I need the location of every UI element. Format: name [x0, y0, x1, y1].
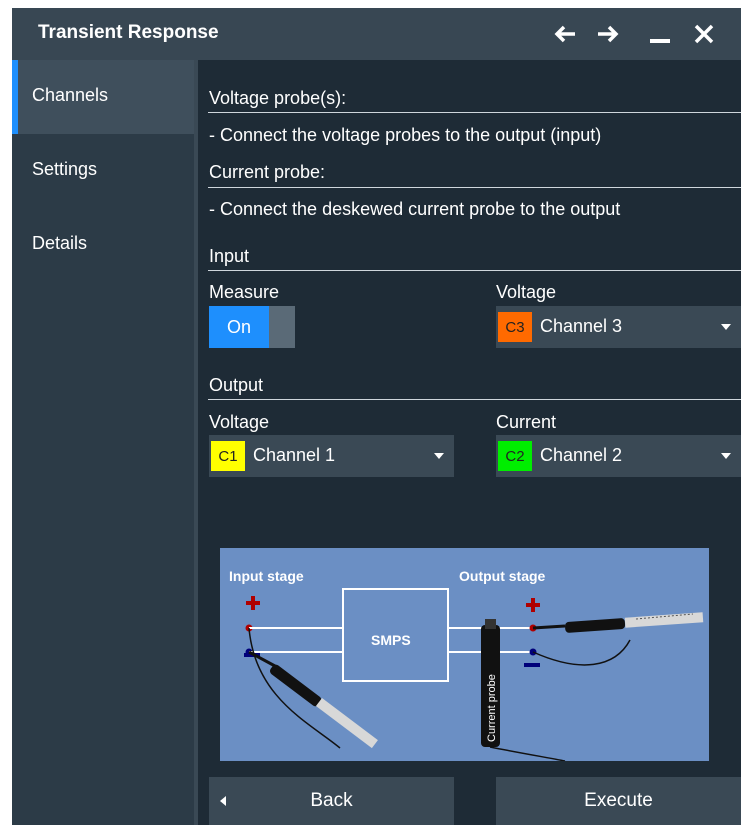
- sidebar-item-label: Channels: [32, 85, 109, 105]
- divider: [208, 399, 741, 400]
- back-button[interactable]: Back: [209, 777, 454, 825]
- sidebar-item-channels[interactable]: Channels: [12, 60, 194, 134]
- output-current-label: Current: [496, 412, 557, 432]
- sidebar-item-label: Settings: [32, 159, 98, 179]
- forward-arrow-icon[interactable]: [592, 18, 624, 50]
- channel-badge-c2: C2: [498, 441, 532, 471]
- sidebar-item-settings[interactable]: Settings: [12, 134, 194, 208]
- smps-label: SMPS: [371, 632, 411, 648]
- transient-response-diagram: Input stage Output stage SMPS Current pr…: [220, 548, 709, 761]
- toggle-knob: [269, 306, 295, 348]
- chevron-down-icon: [721, 453, 731, 459]
- selected-channel: Channel 2: [540, 445, 623, 465]
- current-probe-heading: Current probe:: [209, 162, 326, 182]
- divider: [208, 112, 741, 113]
- measure-toggle[interactable]: On: [209, 306, 295, 348]
- divider: [208, 187, 741, 188]
- channel-badge-c1: C1: [211, 441, 245, 471]
- input-section-label: Input: [209, 246, 250, 266]
- sidebar: Channels Settings Details: [12, 60, 194, 825]
- channel-badge-c3: C3: [498, 312, 532, 342]
- sidebar-item-details[interactable]: Details: [12, 208, 194, 282]
- execute-button-label: Execute: [584, 790, 653, 811]
- divider: [208, 270, 741, 271]
- toggle-on-label: On: [209, 306, 269, 348]
- back-button-label: Back: [310, 790, 353, 811]
- close-icon[interactable]: [688, 18, 720, 50]
- current-probe-label: Current probe: [486, 674, 498, 742]
- measure-label: Measure: [209, 282, 280, 302]
- input-voltage-label: Voltage: [496, 282, 557, 302]
- output-section-label: Output: [209, 375, 264, 395]
- selected-channel: Channel 1: [253, 445, 336, 465]
- output-voltage-channel-select[interactable]: C1 Channel 1: [209, 435, 454, 477]
- voltage-probe-heading: Voltage probe(s):: [209, 88, 347, 108]
- voltage-probe-instruction: - Connect the voltage probes to the outp…: [209, 125, 602, 145]
- back-arrow-icon[interactable]: [549, 18, 581, 50]
- current-probe-instruction: - Connect the deskewed current probe to …: [209, 199, 621, 219]
- output-voltage-label: Voltage: [209, 412, 270, 432]
- dialog-title: Transient Response: [38, 22, 219, 43]
- input-stage-label: Input stage: [229, 568, 304, 584]
- sidebar-item-label: Details: [32, 233, 88, 253]
- output-stage-label: Output stage: [459, 568, 546, 584]
- output-current-channel-select[interactable]: C2 Channel 2: [496, 435, 741, 477]
- execute-button[interactable]: Execute: [496, 777, 741, 825]
- input-voltage-channel-select[interactable]: C3 Channel 3: [496, 306, 741, 348]
- minimize-icon[interactable]: [644, 18, 676, 50]
- active-indicator: [12, 60, 18, 134]
- selected-channel: Channel 3: [540, 316, 623, 336]
- channels-panel: Voltage probe(s): - Connect the voltage …: [198, 60, 741, 825]
- chevron-down-icon: [721, 324, 731, 330]
- title-bar: Transient Response: [12, 8, 741, 60]
- transient-response-dialog: Transient Response Channels Settings Det…: [12, 8, 741, 825]
- chevron-down-icon: [434, 453, 444, 459]
